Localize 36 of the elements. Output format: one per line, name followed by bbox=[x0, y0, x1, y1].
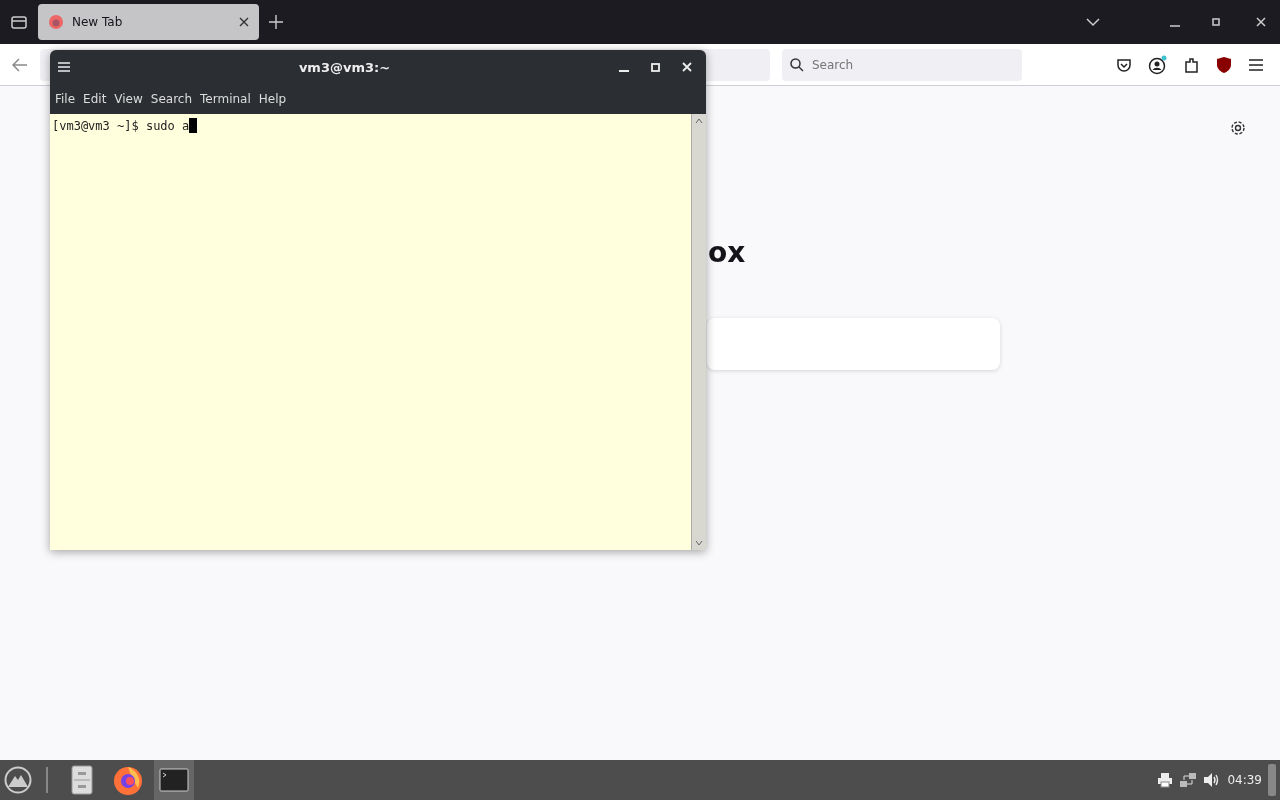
menu-item[interactable]: Edit bbox=[80, 90, 110, 108]
window-title: vm3@vm3:~ bbox=[297, 59, 392, 75]
search-field[interactable]: Search bbox=[782, 48, 1022, 81]
terminal-line: [vm3@vm3 ~]$ sudo a bbox=[52, 118, 190, 133]
text-cursor bbox=[189, 118, 198, 133]
scrollbar[interactable] bbox=[691, 114, 706, 550]
terminal-icon bbox=[159, 768, 189, 792]
file-cabinet-icon bbox=[71, 765, 93, 795]
close-icon[interactable] bbox=[239, 17, 249, 27]
page-heading: ox bbox=[708, 236, 746, 269]
maximize-icon[interactable] bbox=[1212, 18, 1220, 26]
search-icon bbox=[790, 57, 804, 72]
pocket-icon[interactable] bbox=[1116, 56, 1132, 73]
menu-item[interactable]: File bbox=[52, 90, 79, 108]
mountain-icon[interactable] bbox=[4, 766, 32, 794]
search-field[interactable]: Search bbox=[810, 56, 1014, 73]
printer-icon[interactable] bbox=[1157, 772, 1174, 788]
network-icon[interactable] bbox=[1179, 772, 1198, 788]
new-tab-icon[interactable] bbox=[269, 15, 283, 29]
menu-item[interactable]: Search bbox=[147, 90, 196, 108]
tab-list-icon[interactable] bbox=[10, 13, 28, 31]
back-arrow-icon[interactable] bbox=[12, 57, 28, 72]
taskbar-button[interactable] bbox=[154, 760, 194, 800]
menu-item[interactable]: Help bbox=[255, 90, 290, 108]
settings-icon[interactable] bbox=[1229, 119, 1247, 137]
clock[interactable]: 04:39 bbox=[1227, 773, 1262, 787]
scroll-down-icon[interactable] bbox=[695, 540, 703, 546]
scroll-up-icon[interactable] bbox=[695, 118, 703, 124]
menu-item[interactable]: View bbox=[111, 90, 146, 108]
menu-item[interactable]: Terminal bbox=[197, 90, 254, 108]
browser-tab[interactable]: New Tab bbox=[38, 4, 259, 40]
shield-icon[interactable] bbox=[1216, 55, 1232, 74]
account-icon[interactable] bbox=[1148, 54, 1168, 75]
chevron-down-icon[interactable] bbox=[1086, 17, 1100, 27]
menu-icon[interactable] bbox=[1248, 58, 1264, 71]
desktop-handle[interactable] bbox=[1268, 764, 1276, 796]
